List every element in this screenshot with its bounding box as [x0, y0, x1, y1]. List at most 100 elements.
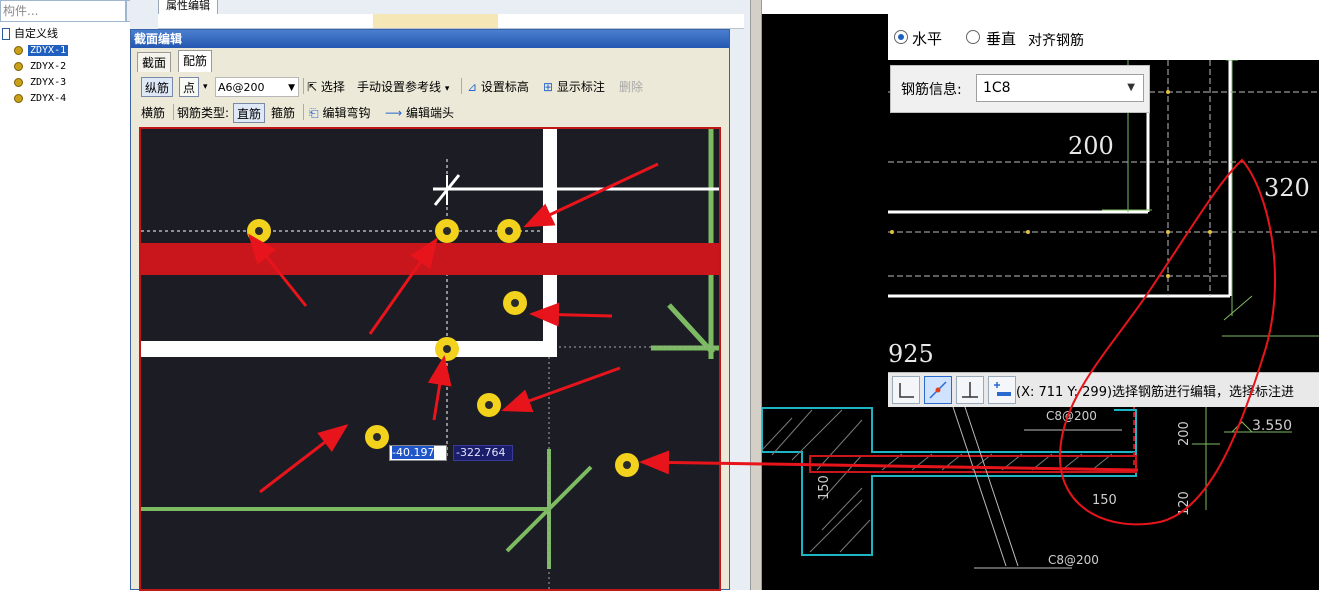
- dialog-title: 截面编辑: [131, 30, 729, 48]
- tree-root[interactable]: 自定义线: [2, 26, 58, 42]
- show-annotation-button[interactable]: ⊞ 显示标注: [543, 77, 605, 97]
- delete-button[interactable]: 删除: [619, 77, 643, 97]
- tab-reinforcement[interactable]: 配筋: [178, 50, 213, 72]
- folder-icon: [2, 28, 10, 40]
- coordinate-y-input[interactable]: -322.764: [453, 445, 513, 461]
- rebar-point-marker[interactable]: [477, 393, 501, 417]
- stirrup-button[interactable]: 箍筋: [271, 103, 295, 123]
- tree-item-label: ZDYX-2: [30, 61, 67, 72]
- highlight-cell: [373, 14, 498, 28]
- manual-reference-line-button[interactable]: 手动设置参考线 ▾: [357, 77, 449, 97]
- tree-item[interactable]: ZDYX-1: [14, 42, 69, 58]
- chevron-down-icon: ▼: [288, 83, 295, 93]
- toolbar-secondary: 横筋 钢筋类型: 直筋 箍筋 ⎗ 编辑弯钩 ⟶ 编辑端头: [139, 102, 723, 124]
- rebar-point-marker[interactable]: [247, 219, 271, 243]
- perpendicular-icon[interactable]: [956, 376, 984, 404]
- dim-c8-top: C8@200: [1046, 409, 1097, 423]
- gear-icon: [14, 93, 23, 103]
- dim-200: 200: [1068, 132, 1114, 160]
- concrete-section: [762, 403, 1292, 569]
- edit-hook-label: 编辑弯钩: [322, 106, 371, 120]
- rebar-point-marker[interactable]: [435, 337, 459, 361]
- tree-item[interactable]: ZDYX-4: [14, 90, 68, 106]
- section-drawing: [141, 129, 719, 589]
- dim-925: 925: [888, 340, 934, 368]
- dim-elevation: 3.550: [1252, 418, 1292, 434]
- radio-vertical[interactable]: [966, 30, 980, 44]
- rebar-spec-value: A6@200: [218, 81, 265, 94]
- straight-rebar-button[interactable]: 直筋: [233, 103, 266, 123]
- red-rebar-band: [141, 243, 719, 275]
- snap-toolbar: (X: 711 Y: 299)选择钢筋进行编辑，选择标注进: [888, 372, 1319, 407]
- ortho-icon[interactable]: [892, 376, 920, 404]
- toolbar-separator: [461, 78, 462, 94]
- radio-horizontal-label: 水平: [912, 30, 943, 48]
- chevron-down-icon: ▾: [444, 84, 450, 94]
- tree-item-label: ZDYX-1: [28, 45, 69, 56]
- chevron-down-icon: ▼: [1127, 82, 1135, 93]
- tab-property-edit[interactable]: 属性编辑: [158, 0, 218, 15]
- window-splitter[interactable]: [750, 0, 762, 590]
- toolbar-separator: [303, 78, 304, 94]
- drawing-canvas[interactable]: -40.197 -322.764: [139, 127, 721, 591]
- longitudinal-button[interactable]: 纵筋: [141, 77, 174, 97]
- rebar-info-select[interactable]: 1C8 ▼: [976, 74, 1144, 102]
- radio-vertical-label: 垂直: [986, 30, 1017, 48]
- dim-150-left: 150: [817, 475, 832, 500]
- status-text: (X: 711 Y: 299)选择钢筋进行编辑，选择标注进: [1016, 385, 1295, 400]
- property-grid-header: [158, 14, 744, 29]
- rebar-point-marker[interactable]: [497, 219, 521, 243]
- show-annotation-label: 显示标注: [556, 80, 605, 94]
- set-elevation-button[interactable]: ⊿ 设置标高: [467, 77, 529, 97]
- point-dropdown-icon[interactable]: ▾: [203, 77, 208, 97]
- align-rebar-button[interactable]: 对齐钢筋: [1028, 30, 1084, 50]
- section-edit-dialog: 截面编辑 截面 配筋 纵筋 点 ▾ A6@200 ▼ ⇱ 选择 手动设置参考线 ▾…: [130, 29, 730, 591]
- tree-item[interactable]: ZDYX-2: [14, 58, 68, 74]
- rebar-type-label: 钢筋类型:: [177, 106, 230, 120]
- end-icon: ⟶: [385, 106, 403, 120]
- dim-320: 320: [1264, 174, 1310, 202]
- coordinate-x-value: -40.197: [392, 446, 435, 459]
- elevation-icon: ⊿: [467, 80, 478, 94]
- rebar-info-panel: 钢筋信息: 1C8 ▼: [890, 65, 1150, 113]
- set-elevation-label: 设置标高: [480, 80, 529, 94]
- dim-120: 120: [1177, 491, 1192, 516]
- edit-end-button[interactable]: ⟶ 编辑端头: [385, 103, 454, 123]
- tab-section[interactable]: 截面: [137, 52, 172, 72]
- rebar-point-marker[interactable]: [365, 425, 389, 449]
- tree-item-label: ZDYX-3: [30, 77, 67, 88]
- dim-c8-bottom: C8@200: [1048, 553, 1099, 567]
- toolbar-separator: [173, 104, 174, 120]
- tree-root-label: 自定义线: [14, 27, 58, 40]
- midpoint-snap-icon[interactable]: [924, 376, 952, 404]
- rebar-info-label: 钢筋信息:: [901, 82, 962, 98]
- hook-icon: ⎗: [309, 106, 319, 120]
- rebar-info-value: 1C8: [983, 80, 1011, 96]
- annotation-icon: ⊞: [543, 80, 554, 94]
- coordinate-x-input[interactable]: -40.197: [389, 445, 447, 461]
- section-outline: [141, 341, 557, 357]
- point-button[interactable]: 点: [179, 77, 200, 97]
- toolbar-primary: 纵筋 点 ▾ A6@200 ▼ ⇱ 选择 手动设置参考线 ▾ ⊿ 设置标高 ⊞ 显…: [139, 76, 723, 98]
- edit-end-label: 编辑端头: [406, 106, 455, 120]
- radio-horizontal[interactable]: [894, 30, 908, 44]
- tree-item[interactable]: ZDYX-3: [14, 74, 68, 90]
- transverse-rebar-button[interactable]: 横筋: [141, 103, 165, 123]
- gear-icon: [14, 61, 23, 71]
- rebar-spec-combobox[interactable]: A6@200 ▼: [215, 77, 299, 97]
- search-input[interactable]: 构件...: [0, 0, 126, 22]
- reference-line-label: 手动设置参考线: [357, 80, 442, 94]
- dim-150-bottom: 150: [1092, 493, 1117, 508]
- toolbar-separator: [303, 104, 304, 120]
- select-tool[interactable]: ⇱ 选择: [307, 77, 345, 97]
- edit-hook-button[interactable]: ⎗ 编辑弯钩: [309, 103, 370, 123]
- gear-icon: [14, 77, 23, 87]
- cursor-arrow-icon: ⇱: [307, 80, 318, 94]
- select-label: 选择: [320, 80, 345, 94]
- tree-item-label: ZDYX-4: [30, 93, 67, 104]
- rebar-point-marker[interactable]: [615, 453, 639, 477]
- rebar-point-marker[interactable]: [435, 219, 459, 243]
- gear-icon: [14, 45, 23, 55]
- add-rebar-icon[interactable]: [988, 376, 1016, 404]
- rebar-point-marker[interactable]: [503, 291, 527, 315]
